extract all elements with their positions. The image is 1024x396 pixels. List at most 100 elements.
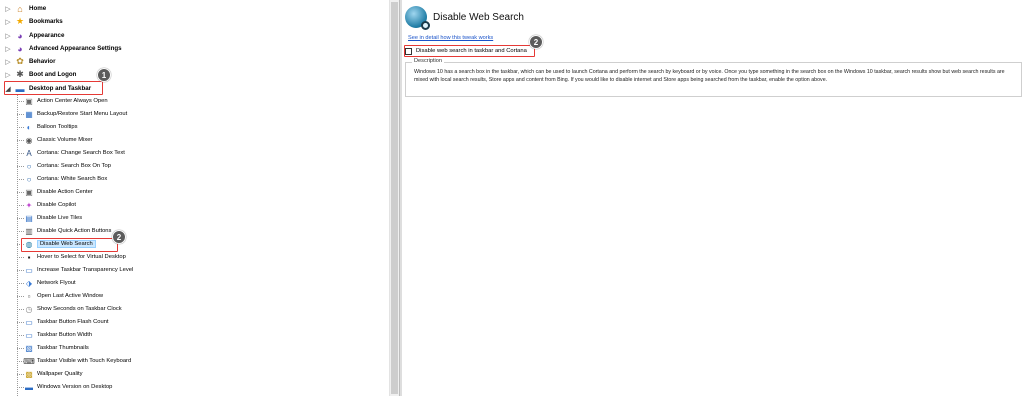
tree-item-label: Appearance <box>29 32 65 39</box>
tree-child-disable-copilot[interactable]: ✦ Disable Copilot <box>17 199 76 211</box>
expand-arrow-icon[interactable]: ▷ <box>4 18 12 26</box>
tree-child-label: Open Last Active Window <box>37 293 104 299</box>
tree-child-show-seconds-on-taskbar-clock[interactable]: ◷ Show Seconds on Taskbar Clock <box>17 303 122 315</box>
tree-child-cortana-change-search-box-text[interactable]: A Cortana: Change Search Box Text <box>17 147 125 159</box>
tree-connector <box>17 152 24 154</box>
tree-connector <box>17 308 24 310</box>
tree-child-label: Disable Copilot <box>37 202 76 208</box>
tree-item-home[interactable]: ▷ ⌂ Home <box>4 2 46 15</box>
tree-child-network-flyout[interactable]: ⬗ Network Flyout <box>17 277 76 289</box>
start-menu-icon: ▦ <box>25 109 33 119</box>
tree-child-label: Wallpaper Quality <box>37 371 83 377</box>
tree-item-appearance[interactable]: ▷ ◕ Appearance <box>4 29 64 42</box>
taskbar-icon: ▭ <box>25 330 33 340</box>
tree-child-label: Taskbar Thumbnails <box>37 345 89 351</box>
tree-child-label: Taskbar Button Width <box>37 332 93 338</box>
tree-child-disable-action-center[interactable]: ▣ Disable Action Center <box>17 186 93 198</box>
tree-child-label: Increase Taskbar Transparency Level <box>37 267 134 273</box>
network-icon: ⬗ <box>25 278 33 288</box>
expand-arrow-icon[interactable]: ▷ <box>4 32 12 40</box>
page-title: Disable Web Search <box>433 11 524 23</box>
step-badge-2-option: 2 <box>529 35 543 49</box>
expand-arrow-icon[interactable]: ▷ <box>4 71 12 79</box>
tree-item-label: Home <box>29 5 47 12</box>
wallpaper-icon: ▩ <box>25 369 33 379</box>
tree-child-action-center-always-open[interactable]: ▣ Action Center Always Open <box>17 95 108 107</box>
tree-child-label: Windows Version on Desktop <box>37 384 113 390</box>
clock-icon: ◷ <box>25 304 33 314</box>
tree-child-cortana-white-search-box[interactable]: ○ Cortana: White Search Box <box>17 173 107 185</box>
tree-child-backup-restore-start-menu-layout[interactable]: ▦ Backup/Restore Start Menu Layout <box>17 108 127 120</box>
tree-item-label: Behavior <box>29 58 56 65</box>
tree-scrollbar-thumb[interactable] <box>391 2 398 394</box>
tree-connector <box>17 334 24 336</box>
tree-child-taskbar-thumbnails[interactable]: ▧ Taskbar Thumbnails <box>17 342 89 354</box>
tree-child-label: Hover to Select for Virtual Desktop <box>37 254 126 260</box>
text-icon: A <box>26 148 32 158</box>
tree-child-label: Show Seconds on Taskbar Clock <box>37 306 122 312</box>
tree-item-boot-and-logon[interactable]: ▷ ✱ Boot and Logon <box>4 68 76 81</box>
tree-connector <box>17 100 24 102</box>
tree-child-taskbar-button-flash-count[interactable]: ▭ Taskbar Button Flash Count <box>17 316 109 328</box>
tree-child-taskbar-visible-with-touch-keyboard[interactable]: ⌨ Taskbar Visible with Touch Keyboard <box>17 355 131 367</box>
tree-child-label: Action Center Always Open <box>37 98 108 104</box>
copilot-icon: ✦ <box>25 200 33 210</box>
tree-child-hover-to-select-for-virtual-desktop[interactable]: ▪ Hover to Select for Virtual Desktop <box>17 251 126 263</box>
highlight-disable-web-search <box>21 238 118 252</box>
tree-child-balloon-tooltips[interactable]: ◐ Balloon Tooltips <box>17 121 78 133</box>
tree-connector <box>17 373 24 375</box>
tree-item-behavior[interactable]: ▷ ✿ Behavior <box>4 55 55 68</box>
tree-child-windows-version-on-desktop[interactable]: ▬ Windows Version on Desktop <box>17 381 112 393</box>
window-icon: ▫ <box>27 291 31 301</box>
taskbar-icon: ▭ <box>25 317 33 327</box>
action-center-icon: ▣ <box>25 96 33 106</box>
tree-child-disable-quick-action-buttons[interactable]: ▥ Disable Quick Action Buttons <box>17 225 111 237</box>
palette-icon: ◕ <box>17 43 23 54</box>
tree-child-cortana-search-box-on-top[interactable]: ○ Cortana: Search Box On Top <box>17 160 111 172</box>
cortana-ring-icon: ○ <box>26 174 32 184</box>
tweak-tree[interactable]: ▷ ⌂ Home ▷ ★ Bookmarks ▷ ◕ Appearance ▷ ◕ Advanced … <box>0 0 388 396</box>
tree-child-label: Disable Live Tiles <box>37 215 83 221</box>
tree-child-label: Network Flyout <box>37 280 76 286</box>
detail-header: Disable Web Search <box>402 0 1024 34</box>
tree-item-label: Advanced Appearance Settings <box>29 45 122 52</box>
tree-child-label: Cortana: White Search Box <box>37 176 108 182</box>
monitor-icon: ▬ <box>25 382 33 392</box>
expand-arrow-icon[interactable]: ▷ <box>4 5 12 13</box>
tree-item-label: Bookmarks <box>29 18 63 25</box>
tree-scrollbar[interactable] <box>389 0 399 396</box>
home-icon: ⌂ <box>17 3 23 14</box>
tree-child-label: Taskbar Visible with Touch Keyboard <box>37 358 132 364</box>
expand-arrow-icon[interactable]: ▷ <box>4 58 12 66</box>
tree-child-classic-volume-mixer[interactable]: ◉ Classic Volume Mixer <box>17 134 92 146</box>
balloon-icon: ◐ <box>26 122 32 132</box>
tree-item-bookmarks[interactable]: ▷ ★ Bookmarks <box>4 15 63 28</box>
tree-item-advanced-appearance-settings[interactable]: ▷ ◕ Advanced Appearance Settings <box>4 42 122 55</box>
tree-child-increase-taskbar-transparency-level[interactable]: ▭ Increase Taskbar Transparency Level <box>17 264 133 276</box>
tree-child-wallpaper-quality[interactable]: ▩ Wallpaper Quality <box>17 368 83 380</box>
thumbnails-icon: ▧ <box>25 343 33 353</box>
tree-child-taskbar-button-width[interactable]: ▭ Taskbar Button Width <box>17 329 92 341</box>
tree-connector <box>17 204 24 206</box>
highlight-desktop-and-taskbar <box>4 81 103 95</box>
star-icon: ★ <box>15 16 25 26</box>
step-badge-2-tree: 2 <box>112 230 126 244</box>
see-detail-link[interactable]: See in detail how this tweak works <box>408 35 493 41</box>
highlight-option <box>404 45 535 57</box>
tree-child-open-last-active-window[interactable]: ▫ Open Last Active Window <box>17 290 103 302</box>
web-search-globe-icon <box>405 6 430 30</box>
tree-connector <box>17 178 24 180</box>
tree-child-label: Balloon Tooltips <box>37 124 78 130</box>
tree-connector <box>17 217 24 219</box>
quick-action-icon: ▥ <box>25 226 33 236</box>
tree-connector <box>17 295 24 297</box>
taskbar-icon: ▭ <box>25 265 33 275</box>
tree-connector <box>17 282 24 284</box>
cortana-ring-icon: ○ <box>26 161 32 171</box>
tree-connector <box>17 256 24 258</box>
expand-arrow-icon[interactable]: ▷ <box>4 45 12 53</box>
tree-connector <box>17 269 24 271</box>
tree-connector <box>17 230 24 232</box>
virtual-desktop-icon: ▪ <box>27 252 31 262</box>
tree-child-disable-live-tiles[interactable]: ▤ Disable Live Tiles <box>17 212 82 224</box>
